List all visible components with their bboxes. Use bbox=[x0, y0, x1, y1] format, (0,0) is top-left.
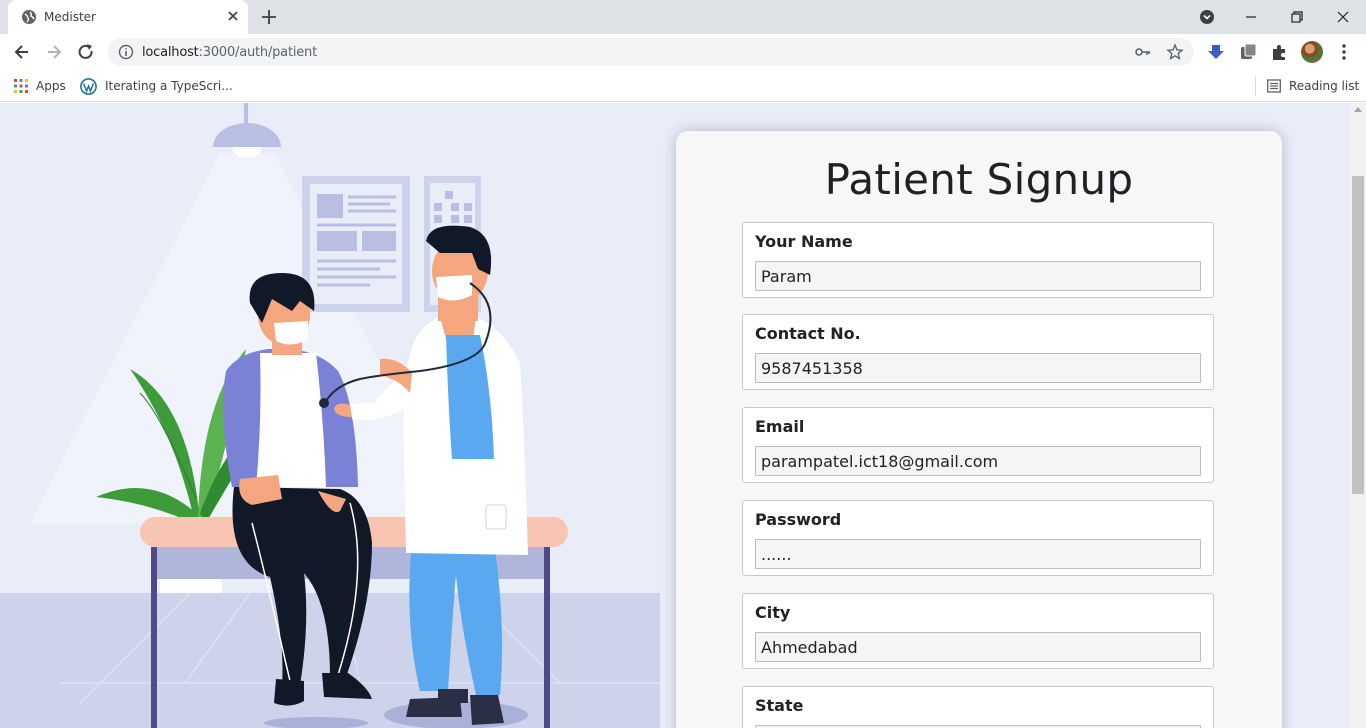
back-arrow-icon[interactable] bbox=[12, 42, 32, 62]
bookmarks-bar: Apps Iterating a TypeScri... Reading lis… bbox=[0, 70, 1366, 102]
name-label: Your Name bbox=[755, 232, 853, 251]
puzzle-extensions-icon[interactable] bbox=[1270, 42, 1290, 62]
reading-list-button[interactable]: Reading list bbox=[1267, 76, 1359, 96]
password-field-group: Password bbox=[742, 500, 1214, 576]
bookmark-typescript-label: Iterating a TypeScri... bbox=[105, 79, 233, 93]
password-label: Password bbox=[755, 510, 842, 529]
state-label: State bbox=[755, 696, 804, 715]
contact-label: Contact No. bbox=[755, 324, 861, 343]
name-field-group: Your Name bbox=[742, 222, 1214, 298]
url-host: localhost bbox=[142, 45, 199, 60]
page-viewport: Patient Signup Your Name Contact No. Ema… bbox=[0, 103, 1350, 728]
url-text: localhost:3000/auth/patient bbox=[142, 45, 317, 60]
address-bar[interactable]: localhost:3000/auth/patient bbox=[108, 38, 1194, 66]
reading-list-label: Reading list bbox=[1289, 79, 1360, 93]
site-info-icon[interactable] bbox=[118, 44, 134, 60]
apps-grid-icon bbox=[14, 79, 28, 93]
email-input[interactable] bbox=[755, 446, 1201, 476]
url-path: :3000/auth/patient bbox=[198, 45, 318, 60]
profile-avatar[interactable] bbox=[1301, 41, 1323, 63]
email-field-group: Email bbox=[742, 407, 1214, 483]
close-window-icon[interactable] bbox=[1333, 7, 1353, 27]
browser-toolbar: localhost:3000/auth/patient bbox=[0, 34, 1366, 70]
reload-icon[interactable] bbox=[76, 42, 96, 62]
tab-search-icon[interactable] bbox=[1197, 7, 1217, 27]
copy-extension-icon[interactable] bbox=[1238, 42, 1258, 62]
bookmark-star-icon[interactable] bbox=[1166, 43, 1184, 61]
scrollbar-thumb[interactable] bbox=[1352, 176, 1364, 494]
city-input[interactable] bbox=[755, 632, 1201, 662]
restore-icon[interactable] bbox=[1287, 7, 1307, 27]
globe-icon bbox=[22, 10, 36, 24]
tab-strip: Medister bbox=[0, 0, 1366, 34]
wordpress-icon bbox=[80, 77, 97, 95]
download-extension-icon[interactable] bbox=[1206, 42, 1226, 62]
close-tab-icon[interactable] bbox=[225, 8, 241, 24]
minimize-icon[interactable] bbox=[1241, 7, 1261, 27]
contact-field-group: Contact No. bbox=[742, 314, 1214, 390]
more-menu-icon[interactable] bbox=[1334, 42, 1354, 62]
city-field-group: City bbox=[742, 593, 1214, 669]
password-input[interactable] bbox=[755, 539, 1201, 569]
name-input[interactable] bbox=[755, 261, 1201, 291]
bookmark-apps-label: Apps bbox=[36, 79, 66, 93]
new-tab-icon[interactable] bbox=[260, 8, 278, 26]
page-scrollbar[interactable] bbox=[1350, 103, 1366, 728]
forward-arrow-icon[interactable] bbox=[44, 42, 64, 62]
key-icon[interactable] bbox=[1134, 43, 1152, 61]
bookmarks-divider bbox=[1255, 76, 1256, 96]
doctor-patient-illustration bbox=[0, 103, 660, 728]
browser-tab[interactable]: Medister bbox=[8, 0, 248, 34]
scroll-up-arrow-icon[interactable] bbox=[1354, 107, 1362, 112]
reading-list-icon bbox=[1267, 79, 1281, 93]
signup-card: Patient Signup Your Name Contact No. Ema… bbox=[676, 131, 1282, 728]
tab-title: Medister bbox=[44, 10, 96, 24]
state-field-group: State bbox=[742, 686, 1214, 728]
bookmark-typescript[interactable]: Iterating a TypeScri... bbox=[80, 76, 233, 96]
email-label: Email bbox=[755, 417, 805, 436]
city-label: City bbox=[755, 603, 791, 622]
contact-input[interactable] bbox=[755, 353, 1201, 383]
page-title: Patient Signup bbox=[824, 155, 1134, 204]
bookmark-apps[interactable]: Apps bbox=[14, 76, 66, 96]
